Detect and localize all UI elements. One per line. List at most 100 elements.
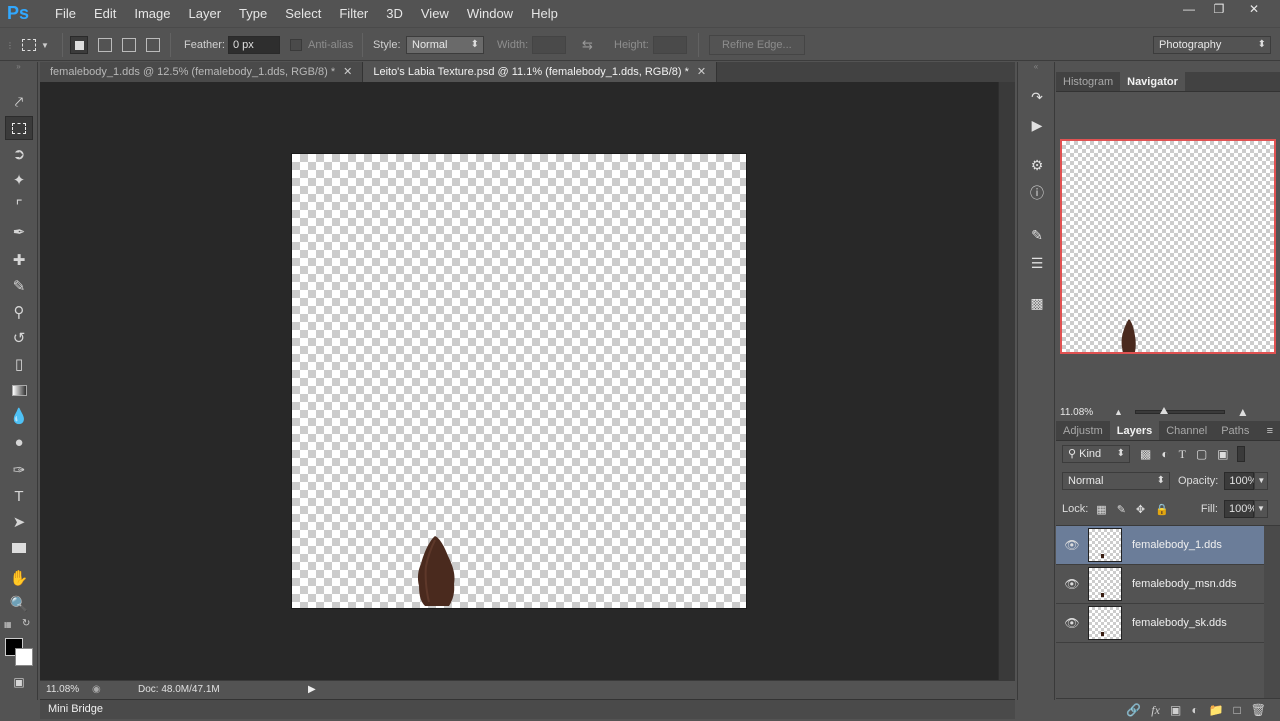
style-select[interactable]: Normal: [406, 36, 484, 54]
filter-type-icon[interactable]: T: [1179, 447, 1186, 462]
rectangular-marquee-tool-icon[interactable]: [5, 116, 33, 140]
doc-tab-femalebody[interactable]: femalebody_1.dds @ 12.5% (femalebody_1.d…: [40, 62, 364, 82]
background-color-swatch[interactable]: [15, 648, 33, 666]
type-tool-icon[interactable]: T: [5, 484, 33, 508]
menu-view[interactable]: View: [412, 0, 458, 27]
gradient-tool-icon[interactable]: [5, 378, 33, 402]
lock-all-icon[interactable]: 🔒: [1155, 503, 1169, 516]
new-selection-icon[interactable]: [70, 36, 88, 54]
rectangle-tool-icon[interactable]: [5, 536, 33, 560]
visibility-eye-icon[interactable]: 👁: [1056, 577, 1088, 591]
menu-3d[interactable]: 3D: [377, 0, 412, 27]
history-brush-tool-icon[interactable]: ↺: [5, 326, 33, 350]
eraser-tool-icon[interactable]: ▯: [5, 352, 33, 376]
delete-layer-icon[interactable]: 🗑: [1251, 703, 1266, 717]
tab-navigator[interactable]: Navigator: [1120, 72, 1185, 91]
tab-histogram[interactable]: Histogram: [1056, 72, 1120, 91]
height-input[interactable]: [653, 36, 687, 54]
intersect-selection-icon[interactable]: [146, 38, 160, 52]
quick-selection-tool-icon[interactable]: ✦: [5, 168, 33, 192]
zoom-slider[interactable]: [1134, 407, 1225, 414]
lock-position-icon[interactable]: ✥: [1136, 503, 1145, 516]
blur-tool-icon[interactable]: 💧: [5, 404, 33, 428]
panel-menu-icon[interactable]: ≡: [1260, 421, 1280, 440]
filter-shape-icon[interactable]: ▢: [1196, 447, 1207, 461]
add-mask-icon[interactable]: ▣: [1170, 703, 1181, 717]
blend-mode-select[interactable]: Normal: [1062, 472, 1170, 490]
minimize-button[interactable]: —: [1174, 0, 1204, 18]
link-layers-icon[interactable]: 🔗: [1126, 703, 1141, 717]
filter-pixel-icon[interactable]: ▩: [1140, 447, 1151, 461]
new-group-icon[interactable]: 📁: [1209, 703, 1224, 717]
status-zoom[interactable]: 11.08%: [40, 684, 92, 695]
status-menu-arrow-icon[interactable]: ▶: [308, 684, 316, 695]
close-tab-icon[interactable]: ✕: [343, 66, 352, 78]
menu-file[interactable]: File: [46, 0, 85, 27]
panel-collapse-icon[interactable]: «: [1018, 62, 1054, 72]
width-input[interactable]: [532, 36, 566, 54]
mini-bridge-panel[interactable]: Mini Bridge: [40, 699, 1015, 719]
menu-filter[interactable]: Filter: [330, 0, 377, 27]
layer-row[interactable]: 👁 femalebody_1.dds: [1056, 526, 1264, 565]
tab-paths[interactable]: Paths: [1214, 421, 1256, 440]
filter-smart-object-icon[interactable]: ▣: [1217, 447, 1228, 461]
quick-mask-icon[interactable]: ▣: [5, 670, 33, 694]
add-to-selection-icon[interactable]: [98, 38, 112, 52]
brush-tool-icon[interactable]: ✎: [5, 274, 33, 298]
hand-tool-icon[interactable]: ✋: [5, 566, 33, 590]
pen-tool-icon[interactable]: ✑: [5, 458, 33, 482]
feather-input[interactable]: 0 px: [228, 36, 280, 54]
brush-presets-icon[interactable]: ✎: [1026, 224, 1048, 246]
antialias-checkbox[interactable]: [290, 39, 302, 51]
opacity-input[interactable]: 100%: [1224, 472, 1258, 490]
document-canvas[interactable]: [292, 154, 746, 608]
lock-image-icon[interactable]: ✎: [1117, 503, 1126, 516]
default-colors-icon[interactable]: ▦: [4, 620, 12, 629]
tab-channels[interactable]: Channel: [1159, 421, 1214, 440]
visibility-eye-icon[interactable]: 👁: [1056, 538, 1088, 552]
fill-input[interactable]: 100%: [1223, 500, 1257, 518]
properties-icon[interactable]: ⚙: [1026, 154, 1048, 176]
doc-tab-leito-labia[interactable]: Leito's Labia Texture.psd @ 11.1% (femal…: [363, 62, 718, 82]
layer-style-icon[interactable]: fx: [1151, 703, 1160, 718]
move-tool-icon[interactable]: ⤤: [5, 90, 33, 114]
restore-button[interactable]: ❐: [1204, 0, 1234, 18]
kind-filter-select[interactable]: ⚲ Kind: [1062, 445, 1130, 463]
crop-tool-icon[interactable]: ⌜: [5, 194, 33, 218]
menu-type[interactable]: Type: [230, 0, 276, 27]
status-share-icon[interactable]: ◉: [92, 684, 110, 695]
navigator-preview[interactable]: [1060, 139, 1276, 354]
clone-stamp-tool-icon[interactable]: ⚲: [5, 300, 33, 324]
menu-layer[interactable]: Layer: [180, 0, 231, 27]
lock-transparent-icon[interactable]: ▦: [1096, 503, 1106, 516]
layer-row[interactable]: 👁 femalebody_sk.dds: [1056, 604, 1264, 643]
lasso-tool-icon[interactable]: ➲: [5, 142, 33, 166]
zoom-tool-icon[interactable]: 🔍: [5, 592, 33, 616]
zoom-in-icon[interactable]: ▲: [1237, 405, 1249, 419]
filter-adjustment-icon[interactable]: ◐: [1161, 447, 1168, 461]
canvas-area[interactable]: [40, 82, 998, 680]
zoom-out-icon[interactable]: ▲: [1114, 407, 1123, 417]
workspace-select[interactable]: Photography: [1153, 36, 1271, 54]
fill-dropdown-icon[interactable]: ▼: [1253, 500, 1268, 518]
subtract-from-selection-icon[interactable]: [122, 38, 136, 52]
menu-help[interactable]: Help: [522, 0, 567, 27]
menu-select[interactable]: Select: [276, 0, 330, 27]
visibility-eye-icon[interactable]: 👁: [1056, 616, 1088, 630]
canvas-vertical-scrollbar[interactable]: [998, 82, 1015, 680]
swap-dimensions-icon[interactable]: ⇆: [582, 28, 593, 62]
layer-row[interactable]: 👁 femalebody_msn.dds: [1056, 565, 1264, 604]
tab-adjustments[interactable]: Adjustm: [1056, 421, 1110, 440]
brush-settings-icon[interactable]: ☰: [1026, 252, 1048, 274]
panel-collapse-icon[interactable]: »: [0, 62, 37, 72]
healing-brush-tool-icon[interactable]: ✚: [5, 248, 33, 272]
swap-colors-icon[interactable]: ↻: [22, 618, 30, 629]
menu-edit[interactable]: Edit: [85, 0, 125, 27]
opacity-dropdown-icon[interactable]: ▼: [1254, 472, 1269, 490]
path-selection-tool-icon[interactable]: ➤: [5, 510, 33, 534]
menu-image[interactable]: Image: [125, 0, 179, 27]
close-button[interactable]: ✕: [1234, 0, 1274, 18]
info-icon[interactable]: ⓘ: [1026, 182, 1048, 204]
eyedropper-tool-icon[interactable]: ✒: [5, 220, 33, 244]
new-layer-icon[interactable]: □: [1234, 703, 1241, 717]
